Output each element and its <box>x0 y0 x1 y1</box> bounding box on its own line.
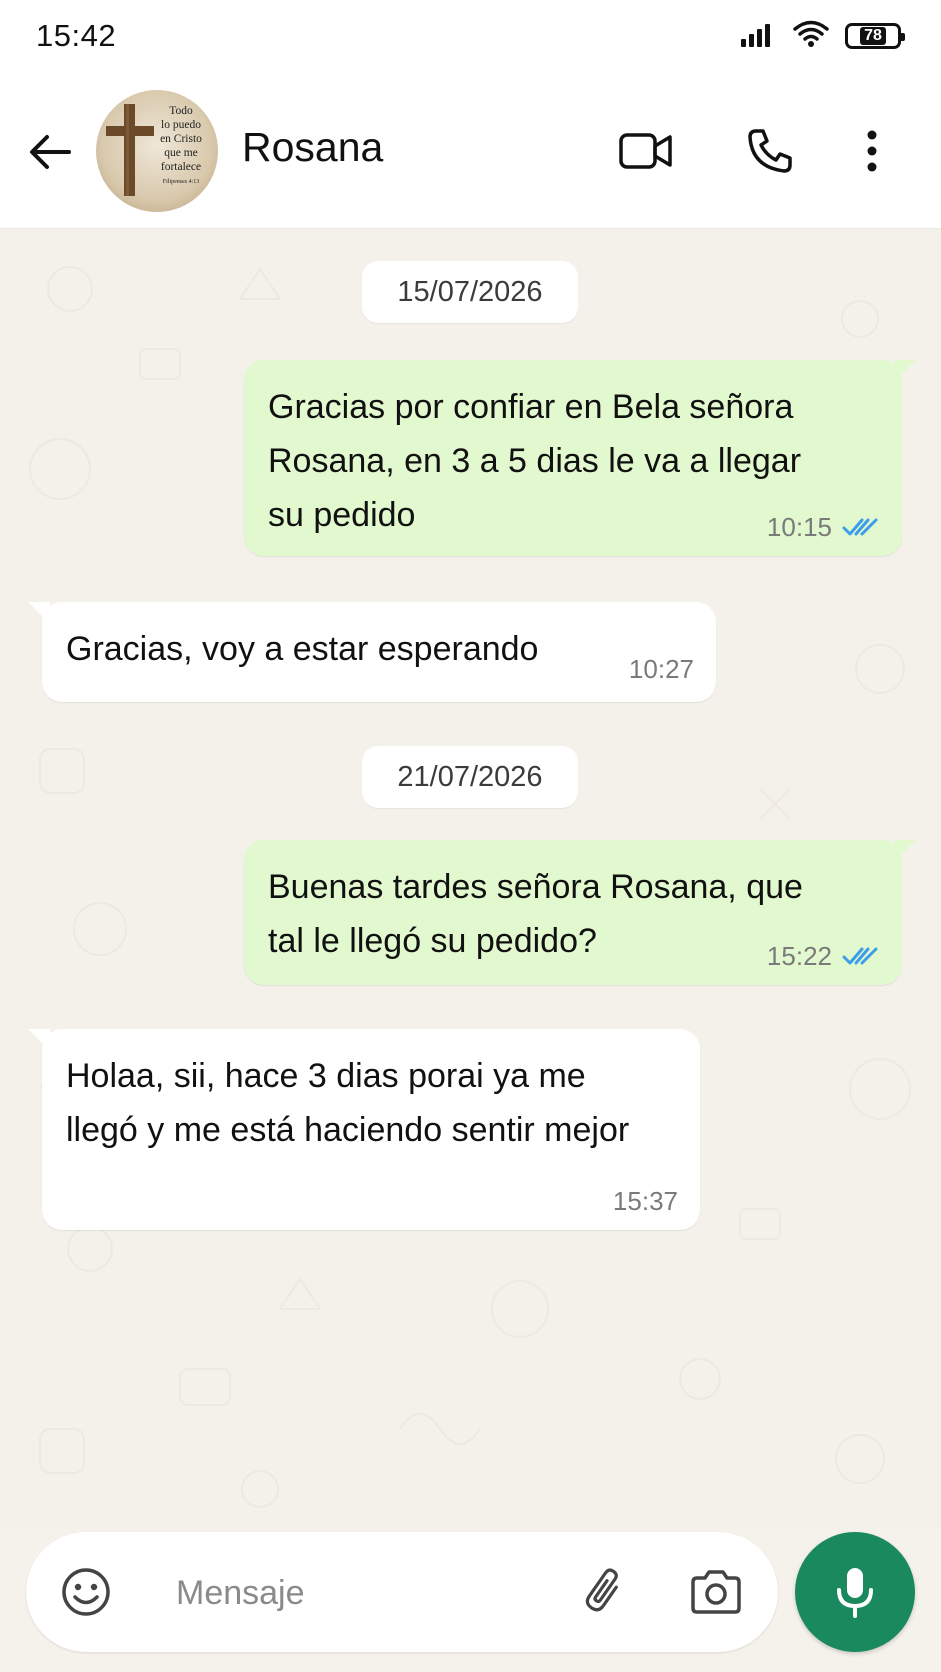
arrow-left-icon <box>30 135 71 169</box>
incoming-message[interactable]: Gracias, voy a estar esperando 10:27 <box>28 602 716 702</box>
phone-icon <box>748 129 792 173</box>
video-call-button[interactable] <box>614 116 678 186</box>
message-meta: 10:27 <box>629 654 694 684</box>
bubble-tail <box>28 602 50 624</box>
emoji-icon <box>62 1568 110 1616</box>
status-bar: 15:42 78 <box>0 0 941 76</box>
bubble-tail <box>894 840 916 862</box>
camera-button[interactable] <box>686 1562 746 1622</box>
attach-button[interactable] <box>576 1562 636 1622</box>
message-text: Holaa, sii, hace 3 dias porai ya me lleg… <box>66 1057 630 1149</box>
bubble-tail <box>28 1029 50 1051</box>
emoji-button[interactable] <box>56 1562 116 1622</box>
back-button[interactable] <box>26 124 74 180</box>
date-separator: 15/07/2026 <box>362 261 578 323</box>
more-options-button[interactable] <box>852 116 892 186</box>
chat-area[interactable]: 15/07/2026 Gracias por confiar en Bela s… <box>0 229 941 1529</box>
contact-name[interactable]: Rosana <box>242 124 383 171</box>
message-composer <box>26 1532 778 1652</box>
contact-avatar[interactable]: Todo lo puedo en Cristo que me fortalece… <box>96 90 218 212</box>
message-meta: 15:22 <box>767 941 880 971</box>
message-time: 15:22 <box>766 941 832 971</box>
outgoing-message[interactable]: Gracias por confiar en Bela señora Rosan… <box>244 360 916 556</box>
message-meta: 10:15 <box>767 512 880 542</box>
message-input[interactable] <box>174 1568 578 1618</box>
wifi-icon <box>793 20 829 53</box>
message-time: 10:27 <box>628 654 694 684</box>
microphone-icon <box>837 1568 873 1618</box>
read-ticks-icon <box>842 947 878 965</box>
voice-call-button[interactable] <box>738 116 802 186</box>
outgoing-message[interactable]: Buenas tardes señora Rosana, que tal le … <box>244 840 916 985</box>
chat-header: Todo lo puedo en Cristo que me fortalece… <box>0 76 941 229</box>
battery-level: 78 <box>860 27 886 45</box>
avatar-verse: Todo lo puedo en Cristo que me fortalece… <box>160 105 202 185</box>
read-ticks-icon <box>842 518 878 536</box>
bubble-tail <box>894 360 916 382</box>
signal-icon <box>741 21 777 52</box>
message-text: Gracias, voy a estar esperando <box>66 630 539 668</box>
camera-icon <box>691 1570 741 1614</box>
video-call-icon <box>619 133 672 169</box>
paperclip-icon <box>585 1568 618 1612</box>
battery-icon: 78 <box>845 23 905 49</box>
more-vertical-icon <box>867 130 877 172</box>
date-separator: 21/07/2026 <box>362 746 578 808</box>
message-time: 15:37 <box>612 1186 678 1216</box>
message-time: 10:15 <box>766 512 832 542</box>
voice-message-button[interactable] <box>795 1532 915 1652</box>
message-meta: 15:37 <box>613 1186 678 1216</box>
status-time: 15:42 <box>36 18 117 53</box>
status-icons: 78 <box>741 18 905 54</box>
incoming-message[interactable]: Holaa, sii, hace 3 dias porai ya me lleg… <box>28 1029 700 1230</box>
